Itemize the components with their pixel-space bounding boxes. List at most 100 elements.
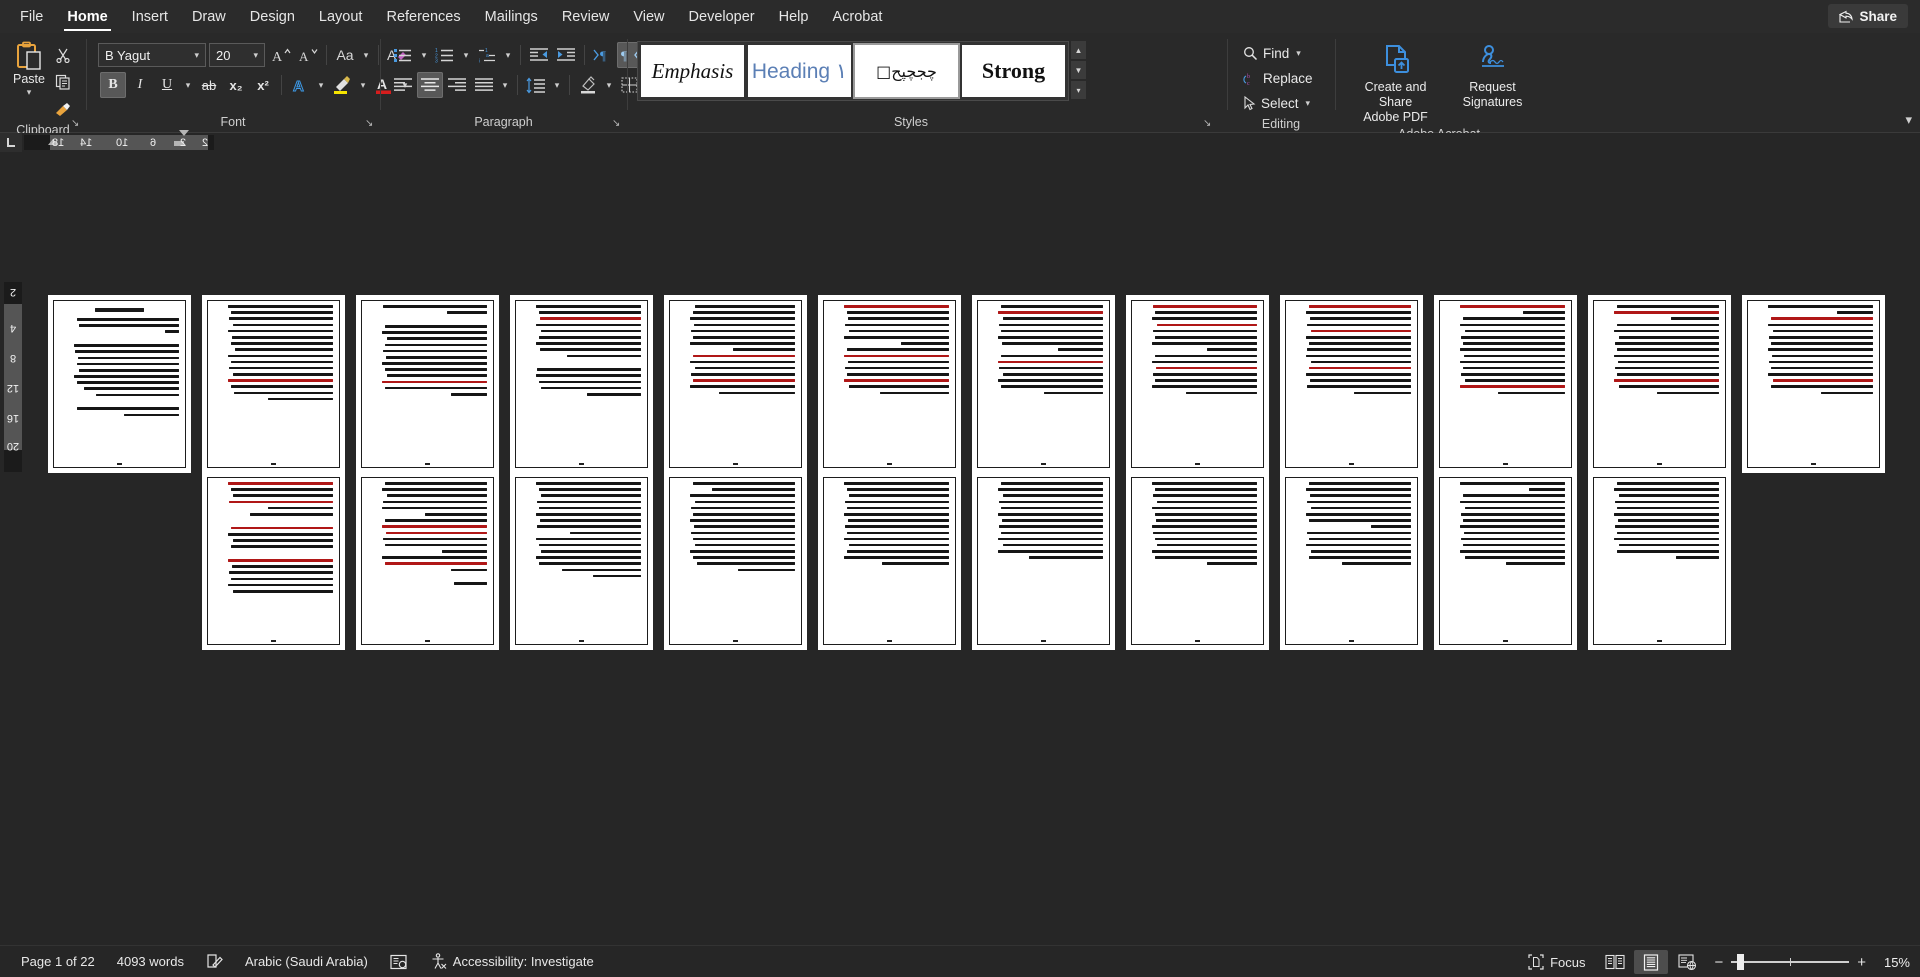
tab-stop-selector[interactable] (0, 133, 22, 152)
share-button[interactable]: Share (1828, 4, 1908, 28)
change-case-dropdown-arrow[interactable]: ▾ (359, 42, 373, 68)
multilevel-list-button[interactable]: 1ai (474, 42, 500, 68)
paragraph-dialog-launcher[interactable]: ↘ (612, 118, 624, 130)
web-layout-button[interactable] (1670, 950, 1704, 974)
line-spacing-button[interactable] (523, 72, 549, 98)
page-thumbnail[interactable] (1126, 295, 1269, 473)
request-signatures-button[interactable]: Request Signatures (1446, 40, 1539, 110)
italic-button[interactable]: I (127, 72, 153, 98)
font-size-combo[interactable]: 20 ▾ (209, 43, 265, 67)
page-thumbnail[interactable] (510, 472, 653, 650)
tab-acrobat[interactable]: Acrobat (820, 4, 894, 30)
increase-indent-button[interactable] (553, 42, 579, 68)
page-thumbnail[interactable] (356, 295, 499, 473)
text-effects-dropdown-arrow[interactable]: ▾ (314, 72, 328, 98)
page-thumbnail[interactable] (48, 295, 191, 473)
underline-button[interactable]: U (154, 72, 180, 98)
page-thumbnail[interactable] (202, 295, 345, 473)
word-count[interactable]: 4093 words (106, 950, 195, 974)
style-tile-emphasis[interactable]: Emphasis (641, 45, 744, 97)
page-thumbnail[interactable] (1126, 472, 1269, 650)
page-thumbnail[interactable] (1280, 295, 1423, 473)
page-thumbnail[interactable] (1742, 295, 1885, 473)
styles-dialog-launcher[interactable]: ↘ (1203, 118, 1215, 130)
shading-button[interactable] (575, 72, 601, 98)
focus-mode-button[interactable]: Focus (1517, 950, 1596, 974)
page-thumbnail[interactable] (1588, 295, 1731, 473)
style-tile-arabic[interactable]: □چجچپح (855, 45, 958, 97)
tab-view[interactable]: View (621, 4, 676, 30)
page-thumbnail[interactable] (1434, 295, 1577, 473)
font-dialog-launcher[interactable]: ↘ (365, 118, 377, 130)
page-thumbnail[interactable] (1280, 472, 1423, 650)
find-dropdown-arrow[interactable]: ▾ (1296, 48, 1301, 59)
select-dropdown-arrow[interactable]: ▾ (1306, 98, 1311, 109)
font-name-combo[interactable]: B Yagut ▾ (98, 43, 206, 67)
styles-scroll-up-button[interactable]: ▲ (1071, 41, 1086, 59)
page-thumbnail[interactable] (664, 472, 807, 650)
zoom-in-button[interactable]: + (1857, 954, 1866, 971)
print-layout-button[interactable] (1634, 950, 1669, 974)
left-to-right-text-button[interactable]: ¶ (590, 42, 616, 68)
copy-button[interactable] (50, 70, 76, 94)
superscript-button[interactable]: x² (250, 72, 276, 98)
zoom-out-button[interactable]: − (1714, 954, 1723, 971)
tab-home[interactable]: Home (55, 4, 119, 31)
grow-font-button[interactable]: A (268, 42, 294, 68)
tab-insert[interactable]: Insert (120, 4, 180, 30)
align-left-button[interactable] (390, 72, 416, 98)
cut-button[interactable] (50, 43, 76, 67)
bullets-button[interactable] (390, 42, 416, 68)
styles-scroll-down-button[interactable]: ▼ (1071, 61, 1086, 79)
paste-button[interactable]: Paste ▾ (10, 39, 48, 98)
text-effects-button[interactable]: A (287, 72, 313, 98)
create-and-share-adobe-pdf-button[interactable]: Create and Share Adobe PDF (1349, 40, 1442, 125)
page-thumbnail[interactable] (1588, 472, 1731, 650)
bold-button[interactable]: B (100, 72, 126, 98)
collapse-ribbon-button[interactable]: ▾ (1905, 112, 1912, 128)
find-button[interactable]: Find ▾ (1239, 41, 1305, 65)
page-thumbnails-area[interactable] (0, 152, 1920, 945)
style-tile-strong[interactable]: Strong (962, 45, 1065, 97)
justify-button[interactable] (471, 72, 497, 98)
page-thumbnail[interactable] (1434, 472, 1577, 650)
tab-references[interactable]: References (374, 4, 472, 30)
underline-dropdown-arrow[interactable]: ▾ (181, 72, 195, 98)
tab-developer[interactable]: Developer (677, 4, 767, 30)
accessibility-button[interactable]: Accessibility: Investigate (419, 950, 605, 974)
strikethrough-button[interactable]: ab (196, 72, 222, 98)
page-thumbnail[interactable] (356, 472, 499, 650)
page-thumbnail[interactable] (664, 295, 807, 473)
numbering-button[interactable]: 123 (432, 42, 458, 68)
tab-help[interactable]: Help (767, 4, 821, 30)
tab-draw[interactable]: Draw (180, 4, 238, 30)
zoom-slider[interactable]: − + (1706, 954, 1874, 971)
zoom-track[interactable] (1731, 954, 1850, 970)
styles-more-button[interactable]: ▾ (1071, 81, 1086, 99)
decrease-indent-button[interactable] (526, 42, 552, 68)
proofing-status-button[interactable] (195, 950, 234, 974)
hanging-indent-marker[interactable] (179, 130, 189, 136)
page-thumbnail[interactable] (818, 295, 961, 473)
language-indicator[interactable]: Arabic (Saudi Arabia) (234, 950, 379, 974)
numbering-dropdown-arrow[interactable]: ▾ (459, 42, 473, 68)
page-thumbnail[interactable] (818, 472, 961, 650)
line-spacing-dropdown-arrow[interactable]: ▾ (550, 72, 564, 98)
select-button[interactable]: Select ▾ (1239, 91, 1314, 115)
shrink-font-button[interactable]: A (295, 42, 321, 68)
page-thumbnail[interactable] (972, 472, 1115, 650)
align-center-button[interactable] (417, 72, 443, 98)
tab-file[interactable]: File (8, 4, 55, 30)
page-thumbnail[interactable] (202, 472, 345, 650)
subscript-button[interactable]: x₂ (223, 72, 249, 98)
align-right-button[interactable] (444, 72, 470, 98)
tab-layout[interactable]: Layout (307, 4, 375, 30)
ruler-track[interactable]: 18 14 10 6 2 2 (24, 130, 214, 150)
justify-dropdown-arrow[interactable]: ▾ (498, 72, 512, 98)
text-highlight-dropdown-arrow[interactable]: ▾ (356, 72, 370, 98)
page-indicator[interactable]: Page 1 of 22 (10, 950, 106, 974)
tab-mailings[interactable]: Mailings (473, 4, 550, 30)
shading-dropdown-arrow[interactable]: ▾ (602, 72, 616, 98)
clipboard-dialog-launcher[interactable]: ↘ (71, 118, 83, 130)
page-thumbnail[interactable] (972, 295, 1115, 473)
